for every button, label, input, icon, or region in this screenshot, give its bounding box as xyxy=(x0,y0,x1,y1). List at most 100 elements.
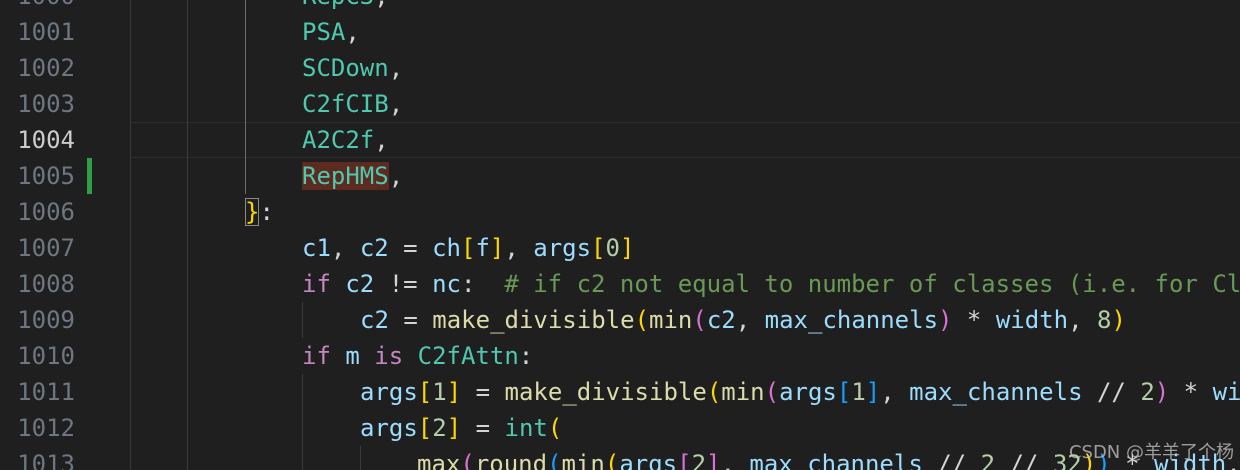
code-token: 2 xyxy=(1140,378,1155,406)
code-token: SCDown xyxy=(302,54,389,82)
code-token: nc xyxy=(432,270,461,298)
code-token: ] xyxy=(865,378,881,406)
code-token: RepC3 xyxy=(302,0,374,10)
indent-guide xyxy=(130,0,131,470)
code-token: , xyxy=(1068,306,1097,334)
code-token: c2 xyxy=(359,234,389,262)
code-token: f xyxy=(475,234,490,262)
code-token: [ xyxy=(677,450,692,470)
line-number: 1008 xyxy=(17,270,75,298)
code-line[interactable]: 1008 if c2 != nc: # if c2 not equal to nu… xyxy=(0,266,1240,302)
code-token: m xyxy=(345,342,360,370)
code-token: c2 xyxy=(360,306,389,334)
code-token: max_channels xyxy=(749,450,923,470)
code-token: , xyxy=(374,0,388,10)
code-text[interactable]: SCDown, xyxy=(302,50,403,86)
code-text[interactable]: RepC3, xyxy=(302,0,389,14)
code-token: , xyxy=(735,306,765,334)
code-token: * xyxy=(1169,378,1213,406)
code-line[interactable]: 1007 c1, c2 = ch[f], args[0] xyxy=(0,230,1240,266)
code-token: ( xyxy=(460,450,475,470)
code-token: args xyxy=(360,414,418,442)
code-text[interactable]: C2fCIB, xyxy=(302,86,403,122)
indent-guide xyxy=(245,0,246,194)
code-token: [ xyxy=(591,234,606,262)
code-text[interactable]: PSA, xyxy=(302,14,360,50)
code-token: 2 xyxy=(691,450,707,470)
line-number: 1010 xyxy=(17,342,75,370)
code-line[interactable]: 1004 A2C2f, xyxy=(0,122,1240,158)
code-token: // xyxy=(1082,378,1141,406)
code-editor[interactable]: 1000 RepC3, 1001 PSA, 1002 SCDown, 1003 C2fCIB,… xyxy=(0,0,1240,470)
code-text[interactable]: if m is C2fAttn: xyxy=(302,338,533,374)
code-token: [ xyxy=(460,234,476,262)
code-line[interactable]: 1011 args[1] = make_divisible(min(args[1]… xyxy=(0,374,1240,410)
code-token: ( xyxy=(692,306,707,334)
code-token: ( xyxy=(634,306,650,334)
code-token: C2fCIB xyxy=(302,90,389,118)
code-text[interactable]: args[1] = make_divisible(min(args[1], ma… xyxy=(360,374,1240,410)
line-number: 1006 xyxy=(17,198,75,226)
code-line[interactable]: 1000 RepC3, xyxy=(0,0,1240,14)
code-token: wi xyxy=(1212,378,1240,406)
line-number: 1002 xyxy=(17,54,75,82)
code-token: // xyxy=(922,450,981,470)
code-token: , xyxy=(388,162,404,190)
code-token: c2 xyxy=(706,306,736,334)
code-text[interactable]: c2 = make_divisible(min(c2, max_channels… xyxy=(360,302,1126,338)
code-token: # if c2 not equal to number of classes (… xyxy=(504,270,1240,298)
code-line[interactable]: 1006}: xyxy=(0,194,1240,230)
code-token: , xyxy=(388,90,404,118)
code-token: , xyxy=(504,234,534,262)
indent-guide xyxy=(187,0,188,470)
code-line[interactable]: 1003 C2fCIB, xyxy=(0,86,1240,122)
code-token: 8 xyxy=(1097,306,1112,334)
code-text[interactable]: if c2 != nc: # if c2 not equal to number… xyxy=(302,266,1240,302)
code-line[interactable]: 1001 PSA, xyxy=(0,14,1240,50)
code-token: ( xyxy=(764,378,780,406)
code-token: args xyxy=(619,450,678,470)
code-token: 2 xyxy=(432,414,447,442)
code-token: ] xyxy=(619,234,635,262)
line-number: 1000 xyxy=(0,0,75,14)
code-token: PSA xyxy=(302,18,346,46)
code-line[interactable]: 1012 args[2] = int( xyxy=(0,410,1240,446)
code-token: = xyxy=(461,414,505,442)
code-token: != xyxy=(374,270,433,298)
code-line[interactable]: 1013 max(round(min(args[2], max_channels … xyxy=(0,446,1240,470)
code-token: if xyxy=(302,270,331,298)
code-token: = xyxy=(461,378,505,406)
code-line[interactable]: 1005 RepHMS, xyxy=(0,158,1240,194)
code-token: c2 xyxy=(345,270,375,298)
code-token: , xyxy=(388,54,404,82)
code-token: args xyxy=(533,234,592,262)
current-line-highlight xyxy=(130,122,1240,158)
code-line[interactable]: 1009 c2 = make_divisible(min(c2, max_chan… xyxy=(0,302,1240,338)
code-token: : xyxy=(259,198,274,226)
indent-guide xyxy=(302,374,303,470)
line-number: 1013 xyxy=(17,450,75,470)
code-text[interactable]: args[2] = int( xyxy=(360,410,562,446)
code-token: make_divisible xyxy=(432,306,635,334)
git-change-marker[interactable] xyxy=(87,158,92,194)
csdn-watermark: CSDN @羊羊了个杨 xyxy=(1068,442,1234,463)
code-token: args xyxy=(360,378,418,406)
code-token: = xyxy=(388,306,433,334)
code-token: round xyxy=(474,450,548,470)
code-token: ] xyxy=(446,378,462,406)
line-number: 1003 xyxy=(17,90,75,118)
code-text[interactable]: }: xyxy=(245,194,274,230)
code-token: max_channels xyxy=(909,378,1083,406)
code-token: C2fAttn xyxy=(417,342,519,370)
code-text[interactable]: c1, c2 = ch[f], args[0] xyxy=(302,230,634,266)
code-line[interactable]: 1002 SCDown, xyxy=(0,50,1240,86)
code-text[interactable]: A2C2f, xyxy=(302,122,389,158)
code-token: max_channels xyxy=(764,306,939,334)
code-token: } xyxy=(245,198,260,226)
code-text[interactable]: RepHMS, xyxy=(302,158,403,194)
code-line[interactable]: 1010 if m is C2fAttn: xyxy=(0,338,1240,374)
code-token: 2 xyxy=(980,450,996,470)
